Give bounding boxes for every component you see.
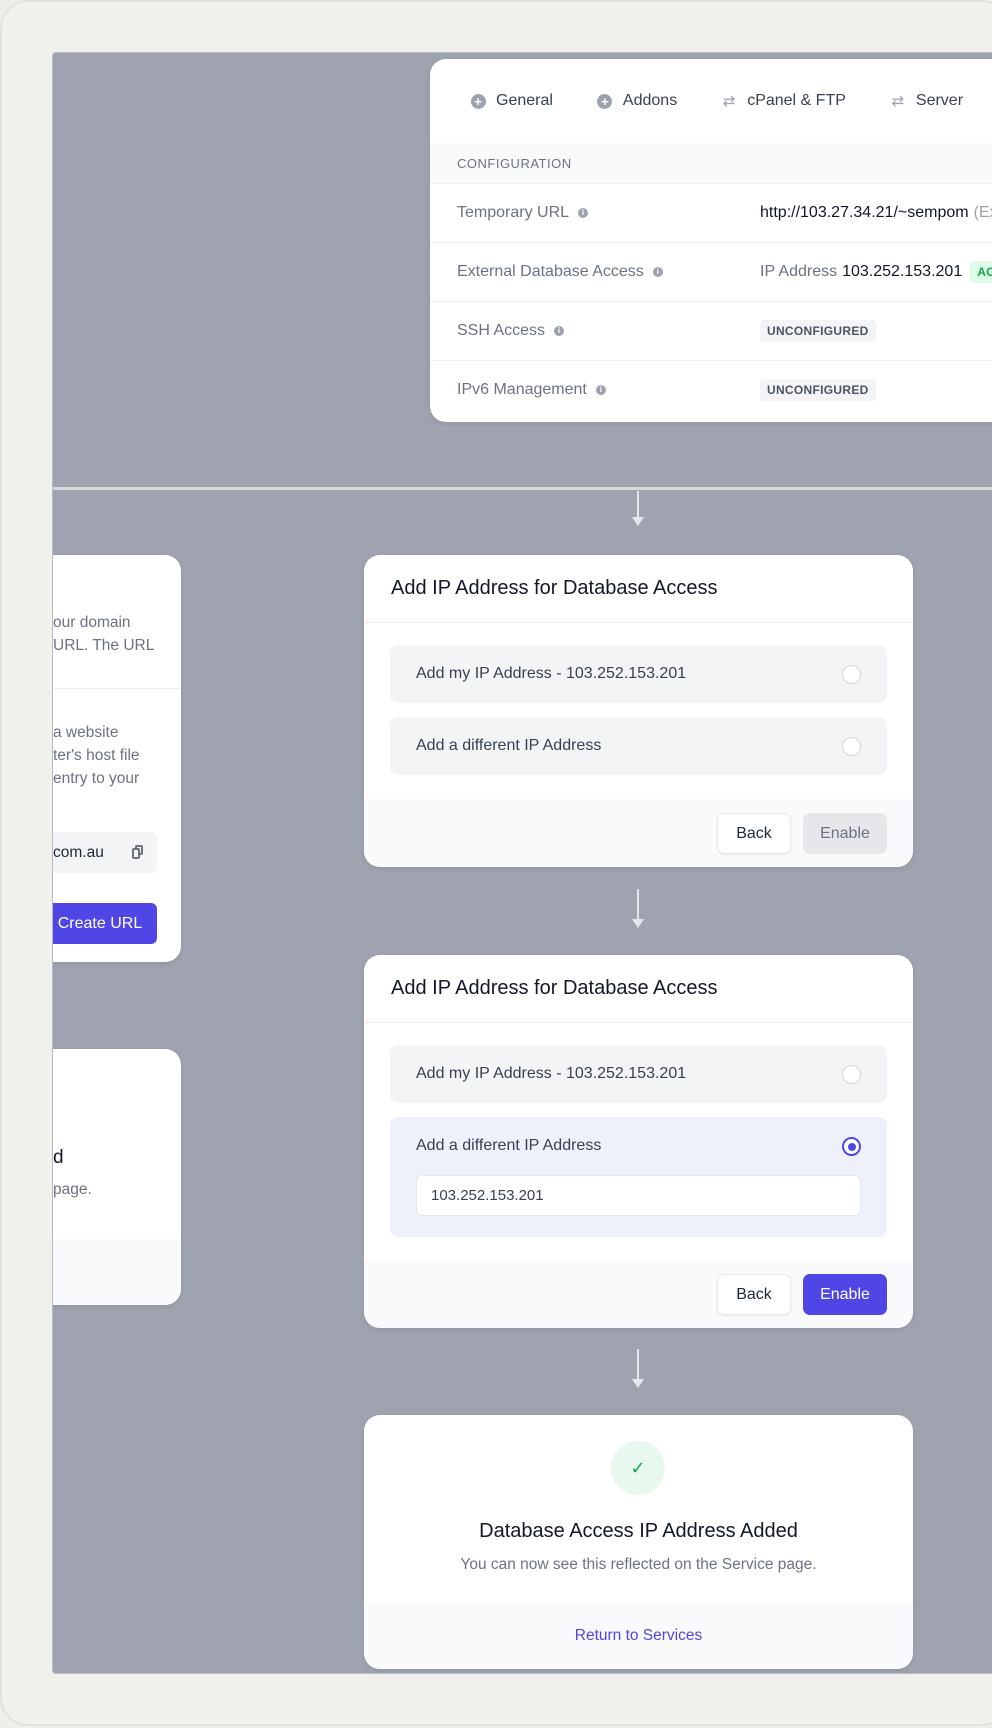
card-text: a website: [53, 724, 119, 741]
row-label: External Database Access: [457, 263, 644, 280]
copy-icon[interactable]: [132, 845, 143, 859]
option-label: Add my IP Address - 103.252.153.201: [416, 1065, 687, 1082]
radio-different-ip[interactable]: [842, 737, 861, 756]
config-row-temporary-url: Temporary URL i http://103.27.34.21/~sem…: [430, 183, 992, 242]
option-different-ip[interactable]: Add a different IP Address: [390, 717, 887, 775]
add-ip-card-step-1: Add IP Address for Database Access Add m…: [364, 555, 913, 867]
row-label: IPv6 Management: [457, 381, 587, 398]
config-row-ssh: SSH Access i UNCONFIGURED: [430, 301, 992, 360]
row-label: SSH Access: [457, 322, 546, 339]
back-button[interactable]: Back: [717, 813, 791, 854]
card-title: Add IP Address for Database Access: [364, 555, 913, 623]
plus-circle-icon: +: [470, 93, 486, 109]
card-text: ter's host file: [53, 747, 140, 764]
success-title: Database Access IP Address Added: [479, 1520, 798, 1542]
url-field[interactable]: com.au: [53, 832, 157, 873]
url-value: com.au: [53, 843, 104, 861]
ip-value: 103.252.153.201: [842, 263, 963, 280]
info-icon[interactable]: i: [595, 385, 606, 395]
radio-different-ip[interactable]: [842, 1137, 861, 1156]
check-icon: ✓: [611, 1441, 665, 1495]
info-icon[interactable]: i: [554, 326, 565, 336]
option-different-ip[interactable]: Add a different IP Address: [390, 1117, 887, 1237]
option-my-ip[interactable]: Add my IP Address - 103.252.153.201: [390, 645, 887, 703]
return-to-services-link[interactable]: Return to Services: [575, 1627, 703, 1645]
status-badge: UNCONFIGURED: [760, 379, 876, 401]
temporary-url-card: our domain URL. The URL a website ter's …: [53, 555, 181, 962]
enable-button-disabled[interactable]: Enable: [803, 813, 887, 854]
section-title: CONFIGURATION: [430, 143, 992, 183]
plus-circle-icon: +: [597, 93, 613, 109]
card-footer: Back Enable: [364, 1260, 913, 1328]
tab-server[interactable]: ⇄ Server: [890, 92, 963, 110]
info-icon[interactable]: i: [578, 208, 589, 218]
flow-arrow-icon: [631, 491, 645, 527]
radio-my-ip[interactable]: [842, 1065, 861, 1084]
create-url-button[interactable]: Create URL: [53, 903, 157, 944]
info-icon[interactable]: i: [652, 267, 663, 277]
card-footer: [53, 1239, 181, 1305]
config-row-external-db: External Database Access i IP Address 10…: [430, 242, 992, 301]
status-badge: ACT: [970, 261, 992, 283]
flow-canvas: + General + Addons ⇄ cPanel & FTP ⇄ Serv…: [52, 52, 992, 1674]
option-label: Add a different IP Address: [416, 1137, 602, 1154]
option-label: Add my IP Address - 103.252.153.201: [416, 665, 687, 682]
tab-addons[interactable]: + Addons: [597, 92, 677, 110]
tab-label: General: [496, 92, 553, 109]
success-subtitle: You can now see this reflected on the Se…: [460, 1556, 817, 1573]
card-heading: d: [53, 1147, 64, 1168]
url-suffix: (Ex: [973, 204, 992, 221]
temporary-url-link[interactable]: http://103.27.34.21/~sempom: [760, 204, 969, 222]
tab-label: cPanel & FTP: [747, 92, 846, 109]
divider: [53, 688, 181, 689]
card-text: entry to your: [53, 770, 140, 787]
add-ip-card-step-2: Add IP Address for Database Access Add m…: [364, 955, 913, 1328]
success-card: ✓ Database Access IP Address Added You c…: [364, 1415, 913, 1669]
row-label: Temporary URL: [457, 204, 570, 221]
option-label: Add a different IP Address: [416, 737, 602, 754]
card-footer: Return to Services: [364, 1603, 913, 1669]
flow-arrow-icon: [631, 1349, 645, 1389]
tab-label: Addons: [622, 92, 678, 109]
card-title: Add IP Address for Database Access: [364, 955, 913, 1023]
tab-cpanel-ftp[interactable]: ⇄ cPanel & FTP: [721, 92, 846, 110]
swap-arrows-icon: ⇄: [722, 93, 736, 110]
card-text: page.: [53, 1181, 92, 1198]
option-my-ip[interactable]: Add my IP Address - 103.252.153.201: [390, 1045, 887, 1103]
card-footer: Back Enable: [364, 799, 913, 867]
config-row-ipv6: IPv6 Management i UNCONFIGURED: [430, 360, 992, 419]
flow-arrow-icon: [631, 889, 645, 929]
tab-general[interactable]: + General: [470, 92, 553, 110]
back-button[interactable]: Back: [717, 1274, 791, 1315]
swap-arrows-icon: ⇄: [891, 93, 905, 110]
ip-prefix: IP Address: [760, 263, 838, 280]
configuration-card: + General + Addons ⇄ cPanel & FTP ⇄ Serv…: [430, 59, 992, 422]
enable-button[interactable]: Enable: [803, 1274, 887, 1315]
card-text: URL. The URL: [53, 637, 155, 654]
section-divider: [53, 487, 992, 490]
radio-my-ip[interactable]: [842, 665, 861, 684]
ip-address-input[interactable]: [416, 1175, 861, 1216]
tab-label: Server: [915, 92, 964, 109]
status-badge: UNCONFIGURED: [760, 320, 876, 342]
result-card: d page.: [53, 1049, 181, 1305]
card-text: our domain: [53, 614, 131, 631]
tab-bar: + General + Addons ⇄ cPanel & FTP ⇄ Serv…: [430, 59, 992, 143]
